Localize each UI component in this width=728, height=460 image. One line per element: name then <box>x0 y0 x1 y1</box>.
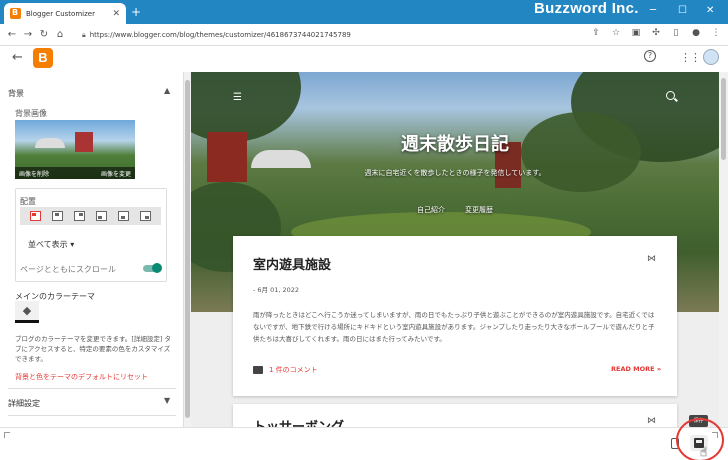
position-selector <box>20 207 161 225</box>
chevron-down-icon[interactable]: ▼ <box>164 396 170 405</box>
preview-scrollbar[interactable] <box>719 72 728 427</box>
search-icon[interactable] <box>666 91 675 100</box>
browser-tabstrip: Blogger Customizer ✕ + Buzzword Inc. ─ ☐… <box>0 0 728 24</box>
read-more-link[interactable]: READ MORE » <box>611 365 661 373</box>
change-image-button[interactable]: 画像を変更 <box>101 169 131 178</box>
chevron-up-icon[interactable]: ▲ <box>164 86 170 95</box>
post-title[interactable]: 室内遊具施設 <box>253 254 331 273</box>
forward-icon[interactable]: → <box>20 29 36 40</box>
comment-icon <box>253 366 263 374</box>
help-icon[interactable]: ? <box>644 50 656 62</box>
blogger-favicon-icon <box>10 8 21 19</box>
hamburger-menu-icon[interactable]: ☰ <box>233 92 242 103</box>
position-bottom-center-icon[interactable] <box>118 211 130 221</box>
brand-overlay: Buzzword Inc. <box>534 0 639 17</box>
back-arrow-icon[interactable]: ← <box>12 50 23 65</box>
window-close-icon[interactable]: ✕ <box>706 5 714 16</box>
reset-defaults-link[interactable]: 背景と色をテーマのデフォルトにリセット <box>15 372 148 382</box>
scroll-with-page-toggle[interactable] <box>143 263 162 273</box>
tab-close-icon[interactable]: ✕ <box>112 9 120 19</box>
position-top-left-icon[interactable] <box>29 211 41 221</box>
position-bottom-right-icon[interactable] <box>140 211 152 221</box>
bookmark-star-icon[interactable]: ☆ <box>610 28 622 38</box>
url-text: https://www.blogger.com/blog/themes/cust… <box>89 31 351 39</box>
share-page-icon[interactable]: ⇪ <box>590 28 602 38</box>
blog-title[interactable]: 週末散歩日記 <box>191 130 719 156</box>
nav-link-about[interactable]: 自己紹介 <box>417 205 445 215</box>
background-image-label: 背景画像 <box>15 109 47 118</box>
new-tab-button[interactable]: + <box>131 5 141 19</box>
blogger-logo-icon: B <box>33 48 53 68</box>
home-icon[interactable]: ⌂ <box>52 29 68 40</box>
post-card: トッサーボング ⋈ <box>233 404 677 427</box>
url-field[interactable]: 🔒︎ https://www.blogger.com/blog/themes/c… <box>82 27 552 43</box>
post-body: 雨が降ったときはどこへ行こうか迷ってしまいますが、雨の日でもたっぷり子供と遊ぶこ… <box>253 311 655 343</box>
post-date: - 6月 01, 2022 <box>253 286 300 294</box>
blog-preview: ☰ 週末散歩日記 週末に自宅近くを散歩したときの様子を発信しています。 自己紹介… <box>191 72 719 427</box>
back-icon[interactable]: ← <box>4 29 20 40</box>
background-image-thumbnail: 画像を削除 画像を変更 <box>15 120 135 179</box>
reload-icon[interactable]: ↻ <box>36 29 52 40</box>
puzzle-icon[interactable]: ✣ <box>650 28 662 38</box>
blog-nav: 自己紹介 変更履歴 <box>191 205 719 215</box>
profile-icon[interactable]: ● <box>690 28 702 38</box>
remove-image-button[interactable]: 画像を削除 <box>19 169 49 178</box>
position-top-right-icon[interactable] <box>73 211 85 221</box>
share-icon[interactable]: ⋈ <box>647 254 656 264</box>
sidepanel-icon[interactable]: ▯ <box>670 28 682 38</box>
divider <box>8 415 176 416</box>
theme-description: ブログのカラーテーマを変更できます。[詳細設定] タブにアクセスすると、特定の要… <box>15 335 171 363</box>
maximize-icon[interactable]: ☐ <box>678 5 687 16</box>
address-bar: ← → ↻ ⌂ 🔒︎ https://www.blogger.com/blog/… <box>0 24 728 46</box>
customizer-panel: 背景 ▲ 背景画像 画像を削除 画像を変更 配置 並べて表示 ▾ ページとともに… <box>0 72 184 427</box>
avatar[interactable] <box>703 49 719 65</box>
panel-scrollbar[interactable] <box>184 72 191 427</box>
hand-cursor-icon: ☝ <box>700 445 708 459</box>
share-icon[interactable]: ⋈ <box>647 416 656 426</box>
menu-kebab-icon[interactable]: ⋮ <box>710 28 722 38</box>
placement-label: 配置 <box>20 197 36 206</box>
post-card: 室内遊具施設 ⋈ - 6月 01, 2022 雨が降ったときはどこへ行こうか迷っ… <box>233 236 677 396</box>
blogger-header: ← B ? ⋮⋮⋮ <box>0 46 728 72</box>
comment-count[interactable]: 1 件のコメント <box>269 365 318 375</box>
minimize-icon[interactable]: ─ <box>650 5 656 16</box>
nav-link-history[interactable]: 変更履歴 <box>465 205 493 215</box>
tab-title: Blogger Customizer <box>26 9 95 18</box>
bottom-toolbar <box>0 427 728 460</box>
comment-link[interactable]: 1 件のコメント <box>253 365 318 375</box>
extension-icon[interactable]: ▣ <box>630 28 642 38</box>
divider <box>8 388 176 389</box>
position-top-center-icon[interactable] <box>51 211 63 221</box>
advanced-section-title[interactable]: 詳細設定 <box>8 398 40 409</box>
lock-icon: 🔒︎ <box>82 30 86 39</box>
arrange-select[interactable]: 並べて表示 ▾ <box>28 239 74 250</box>
collapse-left-icon[interactable] <box>4 432 10 438</box>
post-title[interactable]: トッサーボング <box>253 416 344 427</box>
background-section-title[interactable]: 背景 <box>8 88 24 99</box>
scroll-with-page-label: ページとともにスクロール <box>20 265 116 274</box>
blog-description: 週末に自宅近くを散歩したときの様子を発信しています。 <box>364 169 546 177</box>
paint-bucket-icon[interactable]: ◆ <box>15 301 39 323</box>
position-bottom-left-icon[interactable] <box>96 211 108 221</box>
tab-blogger-customizer[interactable]: Blogger Customizer ✕ <box>4 3 126 24</box>
